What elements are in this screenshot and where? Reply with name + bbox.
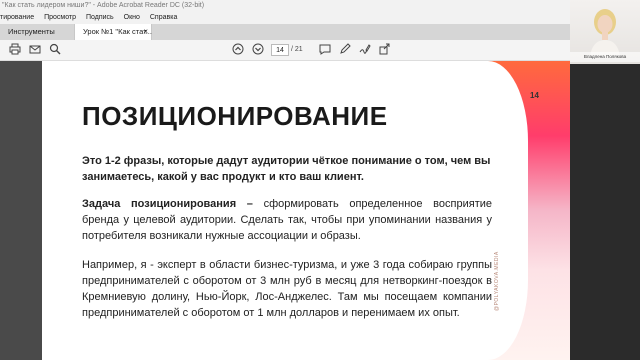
watermark: @POLYAKOVA.MEDIA: [494, 251, 500, 311]
task-label: Задача позиционирования –: [82, 198, 253, 210]
print-icon[interactable]: [8, 43, 22, 57]
example-paragraph: Например, я - эксперт в области бизнес-т…: [82, 259, 492, 319]
menu-sign[interactable]: Подпись: [86, 12, 114, 24]
page-down-icon[interactable]: [251, 43, 265, 57]
tab-bar: Инструменты Урок №1 "Как стат... ×: [0, 24, 570, 40]
title-bar: "Как стать лидером ниши?" - Adobe Acroba…: [0, 0, 570, 12]
webcam-panel: Владлена Полякова: [570, 0, 640, 64]
tab-tools[interactable]: Инструменты: [0, 24, 70, 40]
sign-icon[interactable]: [358, 43, 372, 57]
slide-page-number: 14: [530, 91, 539, 100]
gradient-curve: [488, 61, 528, 360]
search-icon[interactable]: [48, 43, 62, 57]
toolbar: 14 / 21: [0, 40, 570, 61]
pdf-page: 14 @POLYAKOVA.MEDIA ПОЗИЦИОНИРОВАНИЕ Это…: [42, 61, 570, 360]
menu-view[interactable]: Просмотр: [44, 12, 76, 24]
task-paragraph: Задача позиционирования – сформировать о…: [82, 196, 492, 244]
intro-paragraph: Это 1-2 фразы, которые дадут аудитории ч…: [82, 155, 491, 183]
pen-icon[interactable]: [338, 43, 352, 57]
document-view[interactable]: 14 @POLYAKOVA.MEDIA ПОЗИЦИОНИРОВАНИЕ Это…: [0, 61, 570, 360]
menu-bar: тирование Просмотр Подпись Окно Справка: [0, 12, 570, 24]
slide-heading: ПОЗИЦИОНИРОВАНИЕ: [82, 101, 388, 131]
mail-icon[interactable]: [28, 43, 42, 57]
webcam-name: Владлена Полякова: [570, 52, 640, 62]
share-icon[interactable]: [378, 43, 392, 57]
menu-window[interactable]: Окно: [124, 12, 140, 24]
tab-document[interactable]: Урок №1 "Как стат... ×: [74, 24, 152, 40]
page-total: / 21: [291, 46, 303, 53]
close-icon[interactable]: ×: [143, 24, 148, 40]
tab-document-label: Урок №1 "Как стат...: [83, 27, 152, 36]
page-up-icon[interactable]: [231, 43, 245, 57]
window-title: "Как стать лидером ниши?" - Adobe Acroba…: [2, 2, 205, 9]
page-number-input[interactable]: 14: [271, 44, 289, 56]
menu-edit[interactable]: тирование: [0, 12, 34, 24]
presenter-avatar: [590, 9, 620, 56]
comment-icon[interactable]: [318, 43, 332, 57]
menu-help[interactable]: Справка: [150, 12, 177, 24]
webcam-background: [570, 64, 640, 360]
